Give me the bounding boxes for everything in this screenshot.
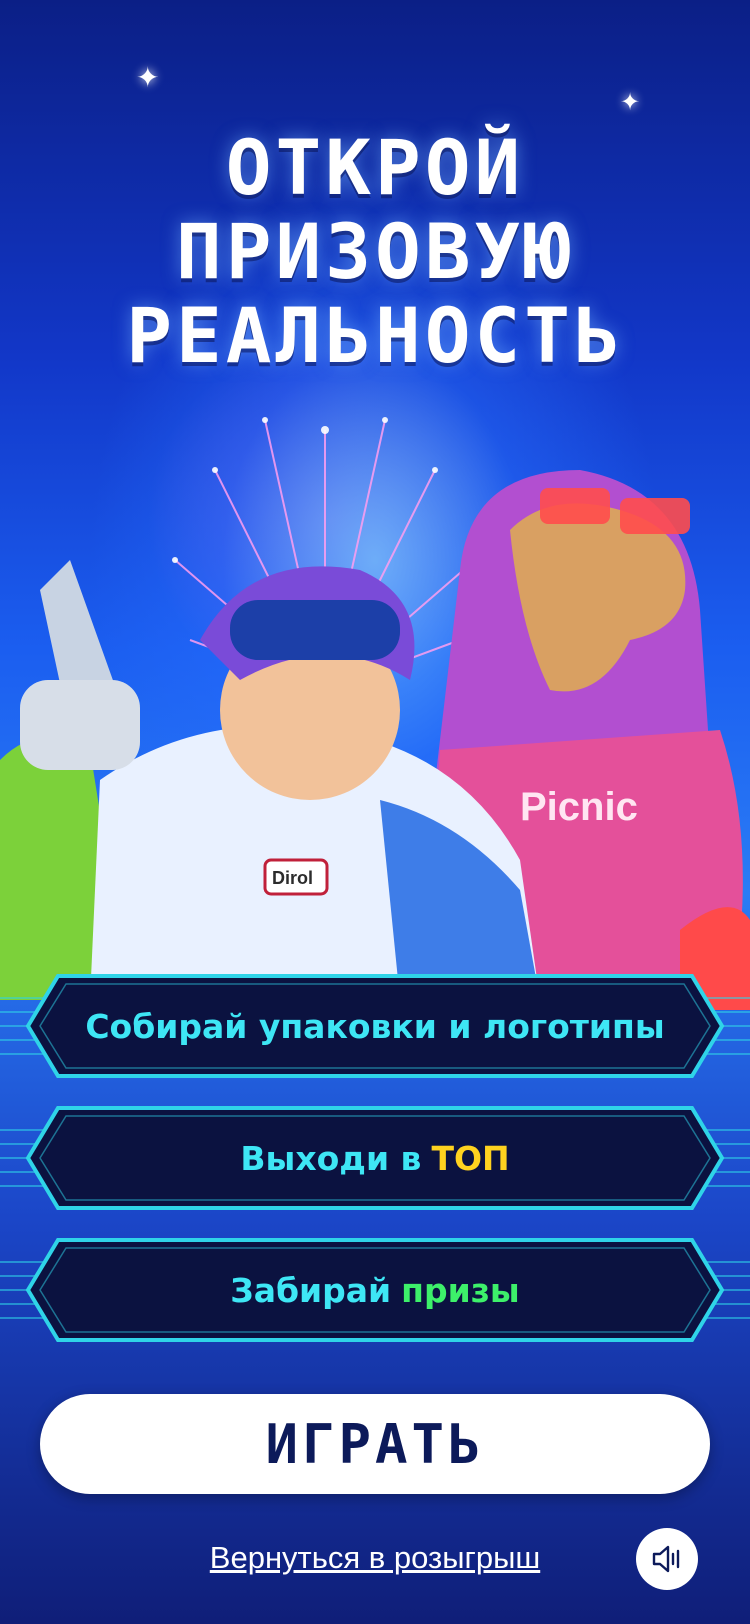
play-button[interactable]: ИГРАТЬ <box>40 1394 710 1494</box>
title-line: РЕАЛЬНОСТЬ <box>126 291 624 380</box>
step-text: Забирай <box>230 1270 392 1310</box>
dirol-logo: Dirol <box>263 858 329 896</box>
step-text: Выходи в <box>240 1138 422 1178</box>
step-label: Выходи в ТОП <box>60 1102 690 1214</box>
sound-toggle-button[interactable] <box>636 1528 698 1590</box>
title-line: ОТКРОЙ <box>225 123 525 212</box>
step-highlight: ТОП <box>431 1138 510 1178</box>
step-top: Выходи в ТОП <box>0 1102 750 1214</box>
speaker-icon <box>652 1545 680 1573</box>
sparkle-icon: ✦ <box>620 88 641 116</box>
page-title: ОТКРОЙ ПРИЗОВУЮ РЕАЛЬНОСТЬ <box>0 126 750 378</box>
title-line: ПРИЗОВУЮ <box>175 207 575 296</box>
boy-character-illustration: Dirol <box>0 560 540 1000</box>
step-collect: Собирай упаковки и логотипы <box>0 970 750 1082</box>
step-label: Забирай призы <box>60 1234 690 1346</box>
step-prizes: Забирай призы <box>0 1234 750 1346</box>
sparkle-icon: ✦ <box>136 61 160 94</box>
svg-text:Dirol: Dirol <box>272 868 313 888</box>
step-label: Собирай упаковки и логотипы <box>60 970 690 1082</box>
step-highlight: призы <box>401 1270 520 1310</box>
step-text: Собирай упаковки и логотипы <box>85 1006 665 1046</box>
